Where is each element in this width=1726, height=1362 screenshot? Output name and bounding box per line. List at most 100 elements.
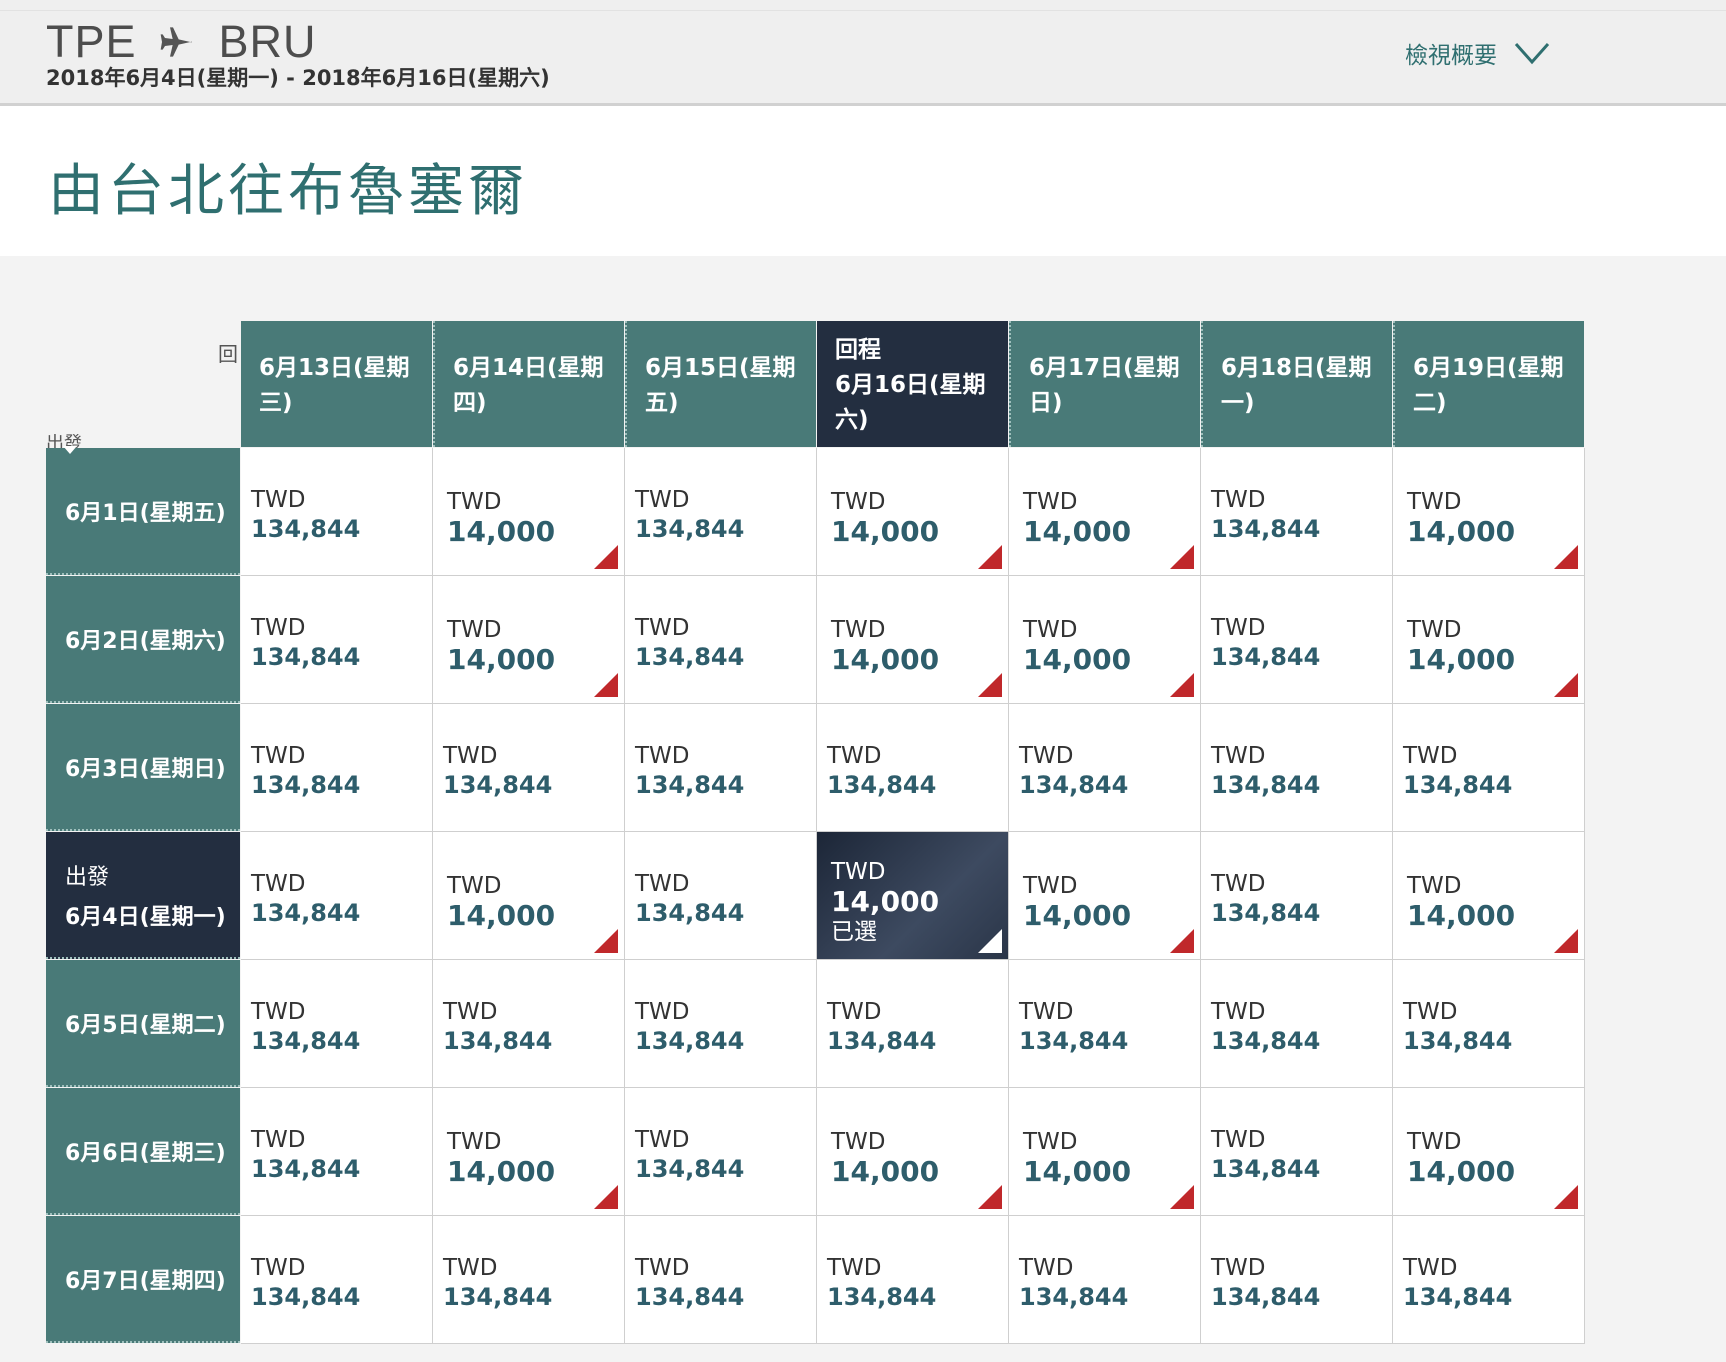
fare-cell[interactable]: TWD 14,000	[433, 832, 625, 960]
fare-cell[interactable]: TWD 134,844	[241, 576, 433, 704]
departure-date-header[interactable]: 6月5日(星期二)	[46, 960, 240, 1087]
return-date-header[interactable]: 回程 6月16日(星期六)	[817, 321, 1008, 447]
fare-cell[interactable]: TWD 134,844	[433, 1216, 625, 1344]
fare-cell[interactable]: TWD 14,000	[1009, 576, 1201, 704]
fare-cell[interactable]: TWD 134,844	[625, 1088, 817, 1216]
fare-cell[interactable]: TWD 14,000	[433, 448, 625, 576]
fare-currency: TWD	[251, 487, 306, 513]
fare-cell[interactable]: TWD 134,844	[625, 576, 817, 704]
departure-header-date: 6月1日(星期五)	[65, 500, 226, 526]
fare-cell[interactable]: TWD 134,844	[625, 1216, 817, 1344]
fare-cell[interactable]: TWD 134,844	[241, 1088, 433, 1216]
fare-cell[interactable]: TWD 134,844	[241, 832, 433, 960]
low-fare-flag-icon	[1170, 545, 1194, 569]
fare-currency: TWD	[1211, 1255, 1266, 1281]
fare-currency: TWD	[1407, 873, 1462, 899]
fare-cell[interactable]: TWD 134,844	[1201, 960, 1393, 1088]
fare-cell[interactable]: TWD 14,000	[817, 576, 1009, 704]
departure-date-header[interactable]: 6月6日(星期三)	[46, 1088, 240, 1215]
fare-cell[interactable]: TWD 134,844	[1201, 704, 1393, 832]
fare-amount: 14,000	[831, 643, 940, 676]
fare-amount: 134,844	[635, 899, 745, 927]
fare-currency: TWD	[1211, 1127, 1266, 1153]
low-fare-flag-icon	[1554, 545, 1578, 569]
fare-amount: 134,844	[1211, 643, 1321, 671]
fare-cell[interactable]: TWD 134,844	[625, 448, 817, 576]
return-date-header[interactable]: 6月14日(星期四)	[433, 321, 624, 447]
fare-cell[interactable]: TWD 134,844	[1393, 1216, 1585, 1344]
fare-cell[interactable]: TWD 134,844	[433, 960, 625, 1088]
fare-cell[interactable]: TWD 14,000	[433, 1088, 625, 1216]
fare-currency: TWD	[1023, 1129, 1078, 1155]
fare-cell[interactable]: TWD 134,844	[1201, 1216, 1393, 1344]
fare-cell[interactable]: TWD 14,000	[1393, 576, 1585, 704]
fare-currency: TWD	[251, 1127, 306, 1153]
fare-cell[interactable]: TWD 134,844	[1201, 448, 1393, 576]
fare-amount: 14,000	[1407, 643, 1516, 676]
fare-currency: TWD	[1403, 743, 1458, 769]
fare-amount: 14,000	[1023, 1155, 1132, 1188]
departure-header-date: 6月5日(星期二)	[65, 1012, 226, 1038]
fare-cell[interactable]: TWD 134,844	[1009, 960, 1201, 1088]
fare-cell[interactable]: TWD 134,844	[241, 448, 433, 576]
fare-cell[interactable]: TWD 14,000	[1009, 832, 1201, 960]
fare-cell[interactable]: TWD 134,844	[241, 960, 433, 1088]
low-fare-flag-icon	[978, 1185, 1002, 1209]
fare-cell[interactable]: TWD 134,844	[625, 832, 817, 960]
fare-amount: 134,844	[635, 1155, 745, 1183]
fare-cell[interactable]: TWD 134,844	[625, 960, 817, 1088]
fare-cell[interactable]: TWD 134,844	[1009, 1216, 1201, 1344]
low-fare-flag-icon	[1554, 1185, 1578, 1209]
view-summary-link[interactable]: 檢視概要	[1405, 36, 1551, 70]
fare-currency: TWD	[251, 871, 306, 897]
fare-currency: TWD	[1019, 743, 1074, 769]
fare-currency: TWD	[1019, 1255, 1074, 1281]
fare-cell[interactable]: TWD 134,844	[241, 1216, 433, 1344]
fare-cell[interactable]: TWD 134,844	[1201, 832, 1393, 960]
fare-amount: 134,844	[1211, 899, 1321, 927]
fare-cell[interactable]: TWD 134,844	[817, 1216, 1009, 1344]
fare-cell[interactable]: TWD 134,844	[1201, 576, 1393, 704]
fare-cell[interactable]: TWD 134,844	[817, 960, 1009, 1088]
fare-cell[interactable]: TWD 14,000	[433, 576, 625, 704]
fare-currency: TWD	[251, 1255, 306, 1281]
fare-cell[interactable]: TWD 134,844	[433, 704, 625, 832]
fare-cell[interactable]: TWD 14,000	[1393, 448, 1585, 576]
departure-header-date: 6月3日(星期日)	[65, 756, 226, 782]
fare-cell[interactable]: TWD 134,844	[1201, 1088, 1393, 1216]
fare-amount: 14,000	[1407, 899, 1516, 932]
departure-date-header[interactable]: 6月7日(星期四)	[46, 1216, 240, 1343]
low-fare-flag-icon	[1170, 929, 1194, 953]
fare-cell[interactable]: TWD 134,844	[1393, 960, 1585, 1088]
fare-currency: TWD	[1019, 999, 1074, 1025]
fare-cell[interactable]: TWD 14,000	[817, 1088, 1009, 1216]
fare-cell[interactable]: TWD 14,000	[817, 448, 1009, 576]
return-date-header[interactable]: 6月18日(星期一)	[1201, 321, 1392, 447]
fare-cell[interactable]: TWD 14,000	[1009, 448, 1201, 576]
fare-amount: 134,844	[443, 1283, 553, 1311]
fare-amount: 134,844	[251, 1027, 361, 1055]
fare-cell[interactable]: TWD 134,844	[625, 704, 817, 832]
return-date-header[interactable]: 6月13日(星期三)	[241, 321, 432, 447]
fare-cell[interactable]: TWD 14,000	[1009, 1088, 1201, 1216]
fare-cell-selected[interactable]: TWD 14,000 已選	[817, 832, 1009, 960]
departure-date-header[interactable]: 6月3日(星期日)	[46, 704, 240, 831]
return-date-header[interactable]: 6月15日(星期五)	[625, 321, 816, 447]
fare-currency: TWD	[831, 489, 886, 515]
fare-cell[interactable]: TWD 134,844	[1009, 704, 1201, 832]
return-date-header[interactable]: 6月17日(星期日)	[1009, 321, 1200, 447]
fare-cell[interactable]: TWD 14,000	[1393, 1088, 1585, 1216]
departure-date-header[interactable]: 出發 6月4日(星期一)	[46, 832, 240, 959]
fare-amount: 134,844	[635, 643, 745, 671]
departure-header-date: 6月6日(星期三)	[65, 1140, 226, 1166]
fare-cell[interactable]: TWD 134,844	[1393, 704, 1585, 832]
fare-cell[interactable]: TWD 134,844	[241, 704, 433, 832]
fare-amount: 134,844	[1403, 771, 1513, 799]
fare-cell[interactable]: TWD 14,000	[1393, 832, 1585, 960]
fare-amount: 134,844	[1211, 1283, 1321, 1311]
departure-date-header[interactable]: 6月1日(星期五)	[46, 448, 240, 575]
departure-date-header[interactable]: 6月2日(星期六)	[46, 576, 240, 703]
fare-currency: TWD	[1407, 1129, 1462, 1155]
return-date-header[interactable]: 6月19日(星期二)	[1393, 321, 1584, 447]
fare-cell[interactable]: TWD 134,844	[817, 704, 1009, 832]
